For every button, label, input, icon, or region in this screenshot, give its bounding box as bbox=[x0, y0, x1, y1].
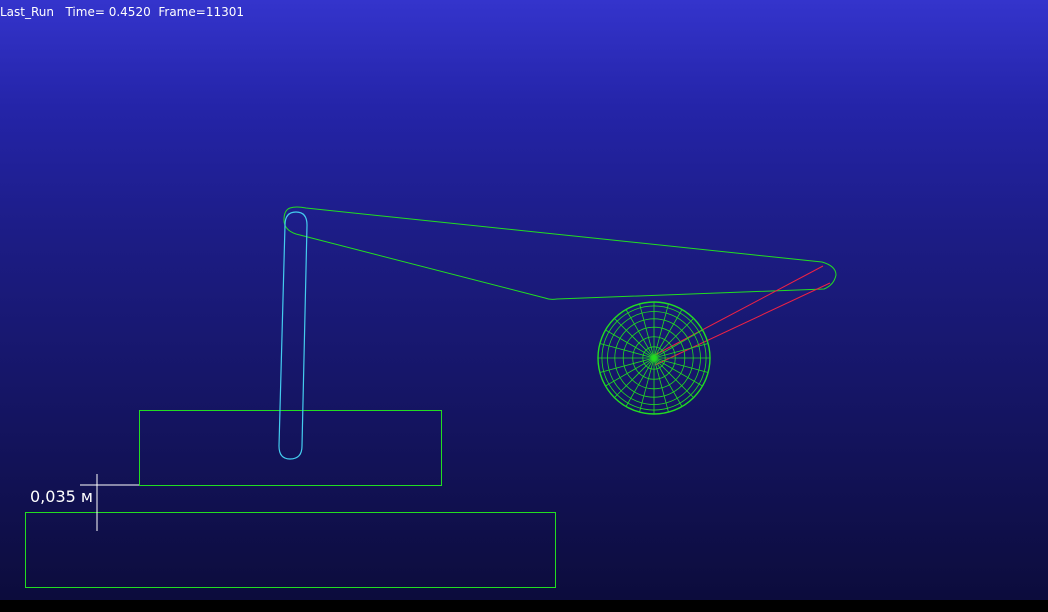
bottom-strip bbox=[0, 600, 1048, 612]
dimension-label: 0,035 м bbox=[30, 487, 93, 506]
rod-link[interactable] bbox=[652, 265, 831, 366]
upper-block[interactable] bbox=[139, 410, 442, 486]
simulation-viewport[interactable]: Last_Run Time= 0.4520 Frame=11301 0,035 … bbox=[0, 0, 1048, 600]
wheel[interactable] bbox=[597, 301, 711, 415]
scene-canvas[interactable] bbox=[0, 0, 1048, 600]
link-body[interactable] bbox=[283, 206, 837, 300]
lower-block[interactable] bbox=[25, 512, 556, 588]
crank-link[interactable] bbox=[278, 211, 308, 460]
